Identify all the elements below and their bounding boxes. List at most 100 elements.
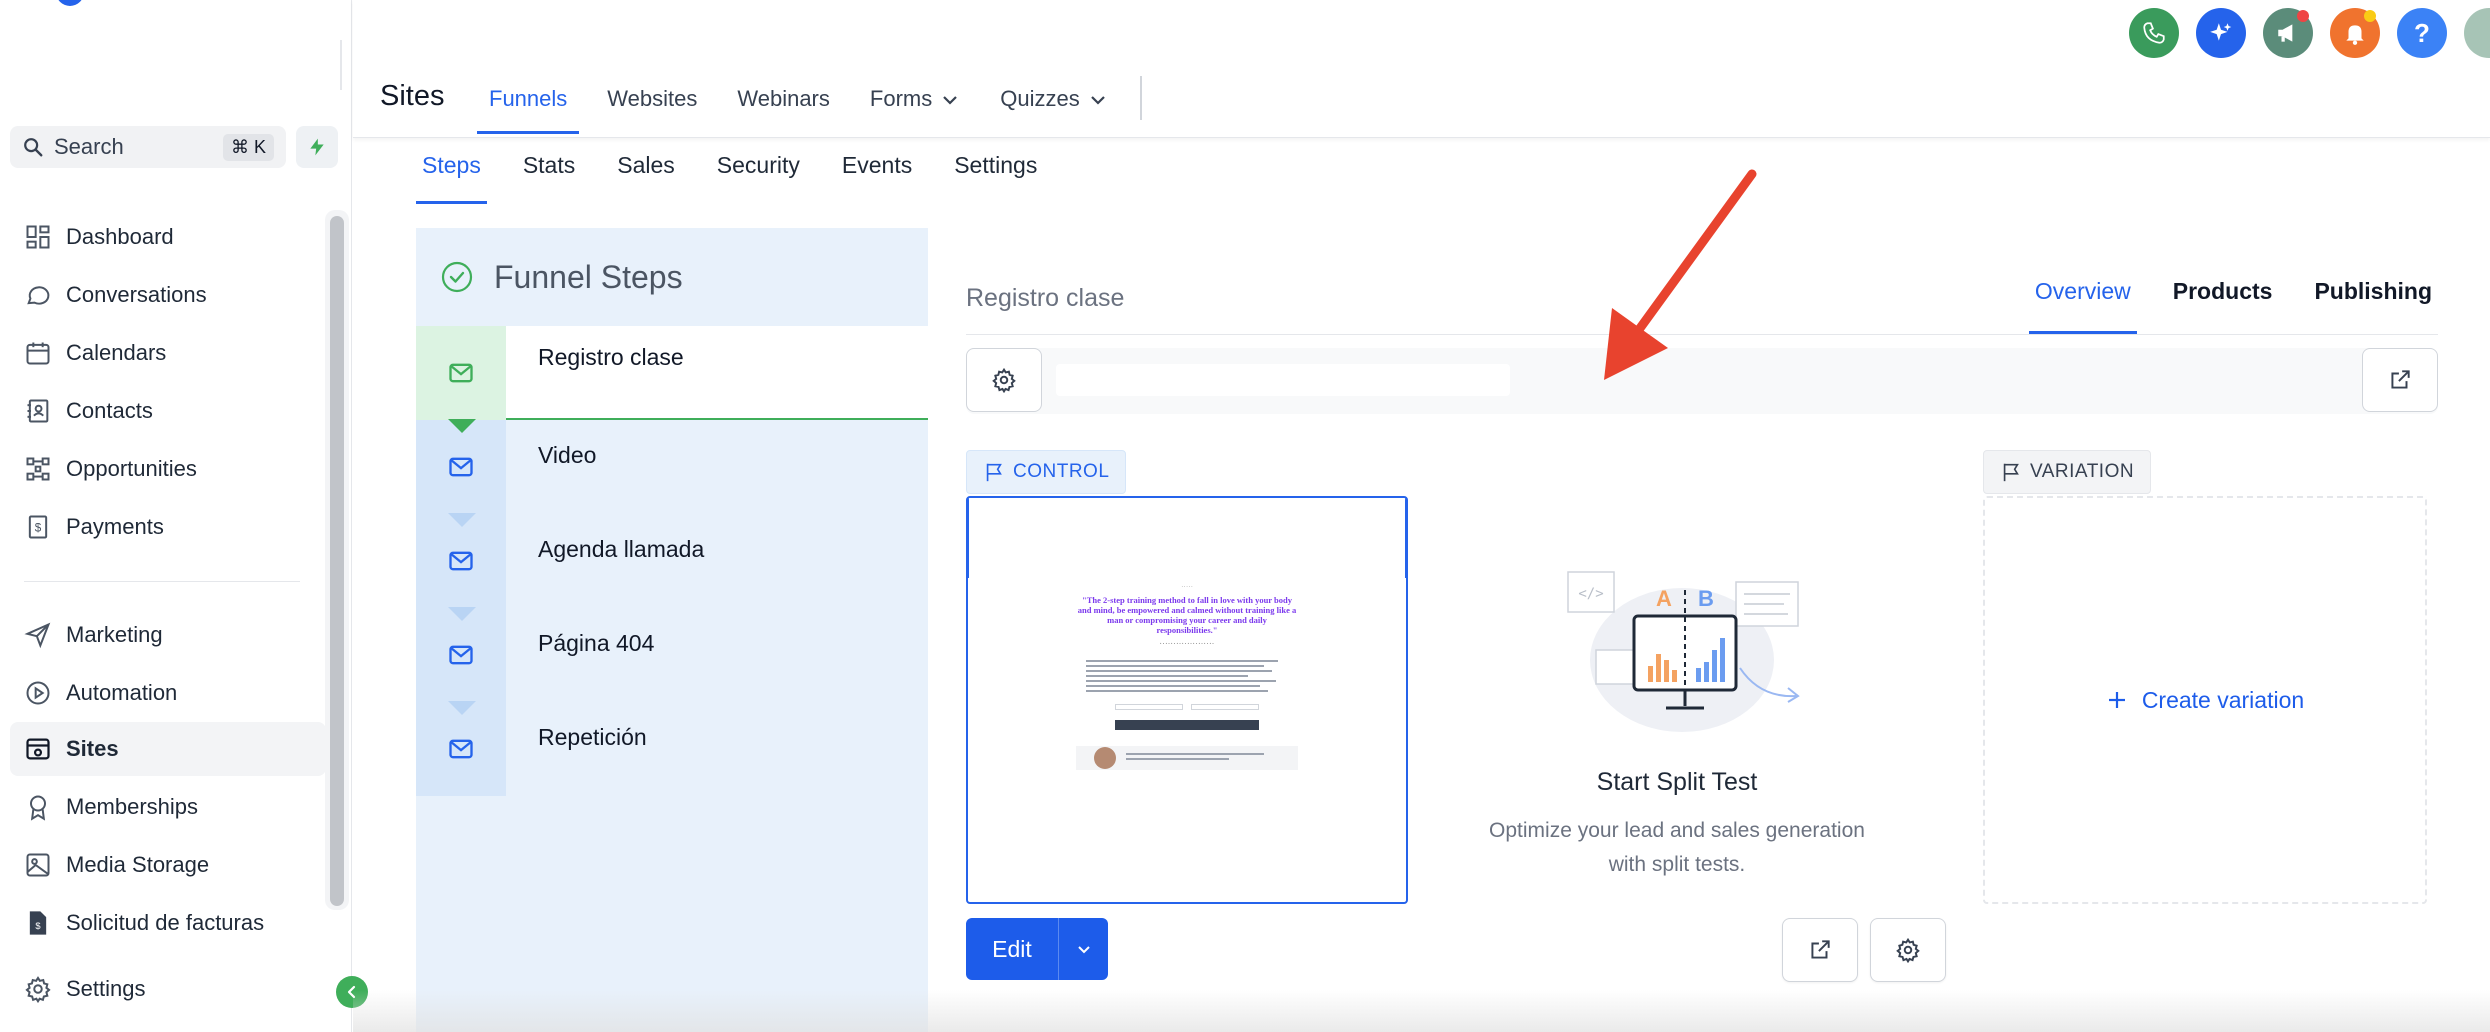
funnel-steps-header: Funnel Steps <box>416 228 928 326</box>
step-label: Agenda llamada <box>538 536 705 562</box>
step-connector-arrow <box>448 419 476 433</box>
mail-icon <box>449 363 473 383</box>
tab-publishing[interactable]: Publishing <box>2308 278 2438 334</box>
tab-products[interactable]: Products <box>2167 278 2279 334</box>
funnel-steps-title: Funnel Steps <box>494 258 683 295</box>
svg-text:</>: </> <box>1578 586 1603 602</box>
dashboard-icon <box>26 225 50 249</box>
subtab-settings[interactable]: Settings <box>948 142 1043 204</box>
mail-icon <box>449 551 473 571</box>
sites-tabs: Funnels Websites Webinars Forms Quizzes <box>477 78 1136 134</box>
edit-options-dropdown[interactable] <box>1058 918 1108 980</box>
contacts-icon <box>27 399 49 423</box>
subtab-sales[interactable]: Sales <box>611 142 681 204</box>
badge-icon <box>30 795 46 821</box>
payments-icon: $ <box>28 515 48 539</box>
tab-label: Funnels <box>489 86 568 111</box>
step-label: Repetición <box>538 724 647 750</box>
flag-icon <box>2003 463 2019 482</box>
flag-icon <box>986 463 1002 482</box>
tab-overview[interactable]: Overview <box>2028 278 2137 334</box>
page-title: Sites <box>380 80 445 112</box>
step-agenda-llamada[interactable]: Agenda llamada <box>416 513 928 608</box>
step-connector-arrow <box>448 701 476 715</box>
sidebar-item-memberships[interactable]: Memberships <box>10 780 326 834</box>
step-repeticion[interactable]: Repetición <box>416 701 928 796</box>
page-settings-button[interactable] <box>1870 918 1946 982</box>
svg-text:$: $ <box>35 522 42 535</box>
check-circle-icon <box>441 261 473 293</box>
control-text: CONTROL <box>1013 461 1110 482</box>
notifications-button[interactable] <box>2330 8 2380 58</box>
step-pagina-404[interactable]: Página 404 <box>416 607 928 702</box>
variation-label: VARIATION <box>1983 450 2152 494</box>
step-icon-cell <box>416 702 506 796</box>
tab-websites[interactable]: Websites <box>595 78 709 134</box>
sidebar-item-media-storage[interactable]: Media Storage <box>10 838 326 892</box>
avatar[interactable] <box>2464 8 2490 58</box>
external-link-icon <box>1811 940 1830 959</box>
tab-quizzes[interactable]: Quizzes <box>988 78 1119 134</box>
sidebar-item-automation[interactable]: Automation <box>10 666 326 720</box>
sidebar-item-solicitud-de-facturas[interactable]: $ Solicitud de facturas <box>10 896 326 950</box>
sidebar-item-label: Settings <box>66 976 146 1001</box>
notification-badge <box>2297 10 2309 22</box>
chevron-down-icon <box>943 96 957 105</box>
create-variation-button[interactable]: Create variation <box>2106 687 2304 714</box>
sidebar-top-divider <box>340 40 342 90</box>
annotation-arrow-icon <box>1604 169 1757 380</box>
step-detail-tabs: Overview Products Publishing <box>1999 278 2438 334</box>
thumbnail-body <box>1076 660 1298 692</box>
external-link-icon <box>2391 370 2410 389</box>
sidebar-item-calendars[interactable]: Calendars <box>10 326 326 380</box>
tab-forms[interactable]: Forms <box>858 78 972 134</box>
tab-label: Quizzes <box>1000 86 1080 111</box>
sidebar-item-dashboard[interactable]: Dashboard <box>10 210 326 264</box>
thumbnail-subheadline: · · · · · · · · · · · · · · · · · · · · <box>1160 641 1214 646</box>
subtab-stats[interactable]: Stats <box>517 142 581 204</box>
preview-open-button[interactable] <box>1782 918 1858 982</box>
help-button[interactable]: ? <box>2397 8 2447 58</box>
sidebar-scrollbar-thumb[interactable] <box>330 216 344 906</box>
sidebar-item-opportunities[interactable]: Opportunities <box>10 442 326 496</box>
subtab-steps[interactable]: Steps <box>416 142 487 204</box>
step-video[interactable]: Video <box>416 419 928 514</box>
automation-icon <box>26 681 50 705</box>
step-url-field[interactable] <box>1056 364 1510 396</box>
sidebar-item-conversations[interactable]: Conversations <box>10 268 326 322</box>
sidebar-item-label: Solicitud de facturas <box>66 910 265 935</box>
edit-button[interactable]: Edit <box>966 918 1058 980</box>
quick-actions-button[interactable] <box>296 126 338 168</box>
tab-funnels[interactable]: Funnels <box>477 78 580 134</box>
create-variation-label: Create variation <box>2141 686 2305 713</box>
search-box[interactable]: Search ⌘ K <box>10 126 286 168</box>
funnel-subtabs: Steps Stats Sales Security Events Settin… <box>416 142 1073 204</box>
subtab-events[interactable]: Events <box>836 142 918 204</box>
document-icon: $ <box>29 911 47 935</box>
sidebar-item-label: Calendars <box>66 340 167 365</box>
sidebar-item-contacts[interactable]: Contacts <box>10 384 326 438</box>
control-page-preview[interactable]: · · · · · "The 2-step training method to… <box>966 496 1408 904</box>
page-thumbnail: · · · · · "The 2-step training method to… <box>1076 584 1298 824</box>
chevron-down-icon <box>1090 96 1105 105</box>
sidebar-item-sites[interactable]: Sites <box>10 722 326 776</box>
subtab-security[interactable]: Security <box>711 142 806 204</box>
variation-text: VARIATION <box>2030 461 2135 482</box>
sidebar-item-payments[interactable]: $ Payments <box>10 500 326 554</box>
thumbnail-cta <box>1115 720 1259 730</box>
step-registro-clase[interactable]: Registro clase <box>416 326 928 420</box>
lightning-icon <box>310 138 324 156</box>
step-icon-cell <box>416 326 506 420</box>
sidebar-item-label: Memberships <box>66 794 199 819</box>
ai-assistant-button[interactable] <box>2196 8 2246 58</box>
open-url-button[interactable] <box>2362 348 2438 412</box>
sidebar-item-marketing[interactable]: Marketing <box>10 608 326 662</box>
tab-webinars[interactable]: Webinars <box>725 78 842 134</box>
url-settings-button[interactable] <box>966 348 1042 412</box>
sites-icon <box>26 738 50 760</box>
sidebar-item-settings[interactable]: Settings <box>10 962 326 1016</box>
announcements-button[interactable] <box>2263 8 2313 58</box>
app-logo[interactable] <box>56 0 84 6</box>
phone-button[interactable] <box>2129 8 2179 58</box>
mail-icon <box>449 739 473 759</box>
